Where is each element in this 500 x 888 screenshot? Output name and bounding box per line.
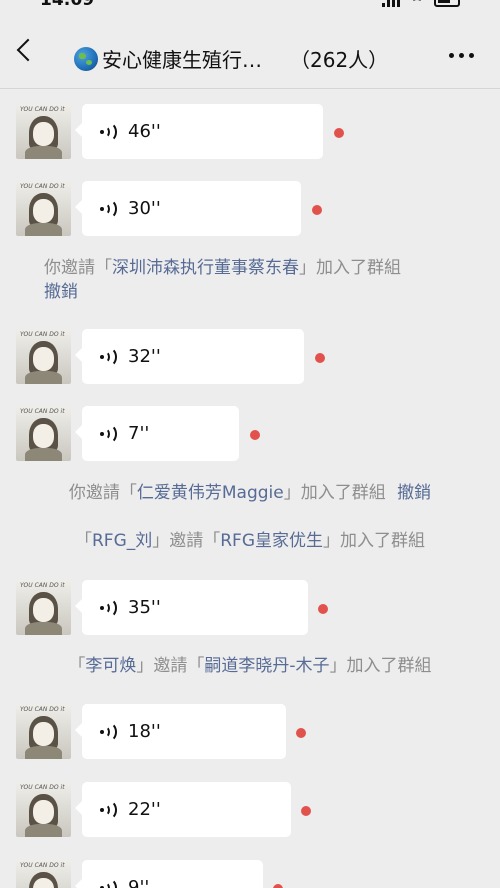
system-message: 「李可焕」邀請「嗣道李晓丹-木子」加入了群組 — [0, 654, 500, 678]
unread-dot — [334, 128, 344, 138]
system-text: 「 — [68, 656, 86, 676]
voice-bubble[interactable]: 22'' — [75, 782, 291, 837]
system-text: 」加入了群組 — [299, 258, 401, 278]
voice-message: YOU CAN DO it 32'' — [0, 329, 500, 385]
voice-duration: 32'' — [128, 346, 161, 367]
voice-duration: 9'' — [128, 877, 150, 888]
voice-icon — [100, 423, 118, 444]
voice-bubble[interactable]: 7'' — [75, 406, 239, 461]
voice-message: YOU CAN DO it 35'' — [0, 580, 500, 636]
avatar[interactable]: YOU CAN DO it — [16, 704, 71, 759]
voice-duration: 18'' — [128, 721, 161, 742]
invitee-name[interactable]: 嗣道李晓丹-木子 — [204, 656, 329, 676]
signal-icon — [382, 0, 400, 7]
avatar-caption: YOU CAN DO it — [20, 106, 65, 113]
unread-dot — [296, 728, 306, 738]
chat-header: 安心健康生殖行… （262人） — [0, 14, 500, 88]
inviter-name[interactable]: RFG_刘 — [92, 531, 152, 551]
avatar-caption: YOU CAN DO it — [20, 706, 65, 713]
back-icon[interactable] — [16, 38, 40, 62]
status-time: 14:09 — [40, 0, 95, 10]
unread-dot — [318, 604, 328, 614]
avatar[interactable]: YOU CAN DO it — [16, 104, 71, 159]
voice-bubble[interactable]: 35'' — [75, 580, 308, 635]
more-icon[interactable] — [449, 53, 474, 58]
globe-icon — [74, 46, 98, 71]
system-message: 「RFG_刘」邀請「RFG皇家优生」加入了群組 — [0, 529, 500, 553]
avatar[interactable]: YOU CAN DO it — [16, 181, 71, 236]
inviter-name[interactable]: 李可焕 — [85, 656, 136, 676]
unread-dot — [250, 430, 260, 440]
voice-message: YOU CAN DO it 18'' — [0, 704, 500, 760]
voice-icon — [100, 799, 118, 820]
voice-bubble[interactable]: 9'' — [75, 860, 263, 888]
system-text: 你邀請「 — [68, 483, 137, 503]
revoke-link[interactable]: 撤銷 — [44, 282, 78, 302]
avatar-caption: YOU CAN DO it — [20, 183, 65, 190]
header-divider — [0, 88, 500, 89]
voice-icon — [100, 121, 118, 142]
unread-dot — [273, 884, 283, 888]
voice-bubble[interactable]: 30'' — [75, 181, 301, 236]
system-text: 」加入了群組 — [323, 531, 426, 551]
voice-message: YOU CAN DO it 7'' — [0, 406, 500, 462]
invitee-name[interactable]: 深圳沛森执行董事蔡东春 — [112, 258, 299, 278]
member-count: （262人） — [290, 48, 389, 72]
unread-dot — [312, 205, 322, 215]
invitee-name[interactable]: RFG皇家优生 — [220, 531, 323, 551]
system-text: 你邀請「 — [44, 258, 112, 278]
voice-duration: 22'' — [128, 799, 161, 820]
voice-icon — [100, 877, 118, 888]
invitee-name[interactable]: 仁爱黄伟芳Maggie — [137, 483, 284, 503]
voice-message: YOU CAN DO it 9'' — [0, 860, 500, 888]
avatar[interactable]: YOU CAN DO it — [16, 406, 71, 461]
system-message: 你邀請「深圳沛森执行董事蔡东春」加入了群組 撤銷 — [0, 256, 500, 304]
voice-bubble[interactable]: 32'' — [75, 329, 304, 384]
voice-bubble[interactable]: 18'' — [75, 704, 286, 759]
chat-title[interactable]: 安心健康生殖行… （262人） — [74, 44, 414, 73]
system-text: 」加入了群組 — [329, 656, 432, 676]
voice-duration: 7'' — [128, 423, 150, 444]
voice-message: YOU CAN DO it 46'' — [0, 104, 500, 160]
system-text: 」邀請「 — [136, 656, 205, 676]
system-text: 「 — [74, 531, 92, 551]
system-text: 」邀請「 — [152, 531, 221, 551]
avatar[interactable]: YOU CAN DO it — [16, 329, 71, 384]
voice-bubble[interactable]: 46'' — [75, 104, 323, 159]
avatar-caption: YOU CAN DO it — [20, 331, 65, 338]
voice-icon — [100, 346, 118, 367]
voice-duration: 35'' — [128, 597, 161, 618]
avatar-caption: YOU CAN DO it — [20, 862, 65, 869]
avatar[interactable]: YOU CAN DO it — [16, 580, 71, 635]
revoke-link[interactable]: 撤銷 — [397, 483, 431, 503]
status-icons — [382, 0, 460, 7]
voice-duration: 30'' — [128, 198, 161, 219]
system-message: 你邀請「仁爱黄伟芳Maggie」加入了群組 撤銷 — [0, 481, 500, 505]
voice-message: YOU CAN DO it 22'' — [0, 782, 500, 838]
voice-message: YOU CAN DO it 30'' — [0, 181, 500, 237]
voice-icon — [100, 198, 118, 219]
voice-icon — [100, 597, 118, 618]
avatar[interactable]: YOU CAN DO it — [16, 782, 71, 837]
avatar-caption: YOU CAN DO it — [20, 784, 65, 791]
voice-icon — [100, 721, 118, 742]
wifi-icon — [410, 0, 424, 7]
avatar[interactable]: YOU CAN DO it — [16, 860, 71, 888]
unread-dot — [301, 806, 311, 816]
system-text: 」加入了群組 — [283, 483, 386, 503]
battery-icon — [434, 0, 460, 7]
status-bar: 14:09 — [0, 0, 500, 14]
group-name: 安心健康生殖行… — [102, 48, 262, 72]
avatar-caption: YOU CAN DO it — [20, 408, 65, 415]
avatar-caption: YOU CAN DO it — [20, 582, 65, 589]
voice-duration: 46'' — [128, 121, 161, 142]
unread-dot — [315, 353, 325, 363]
